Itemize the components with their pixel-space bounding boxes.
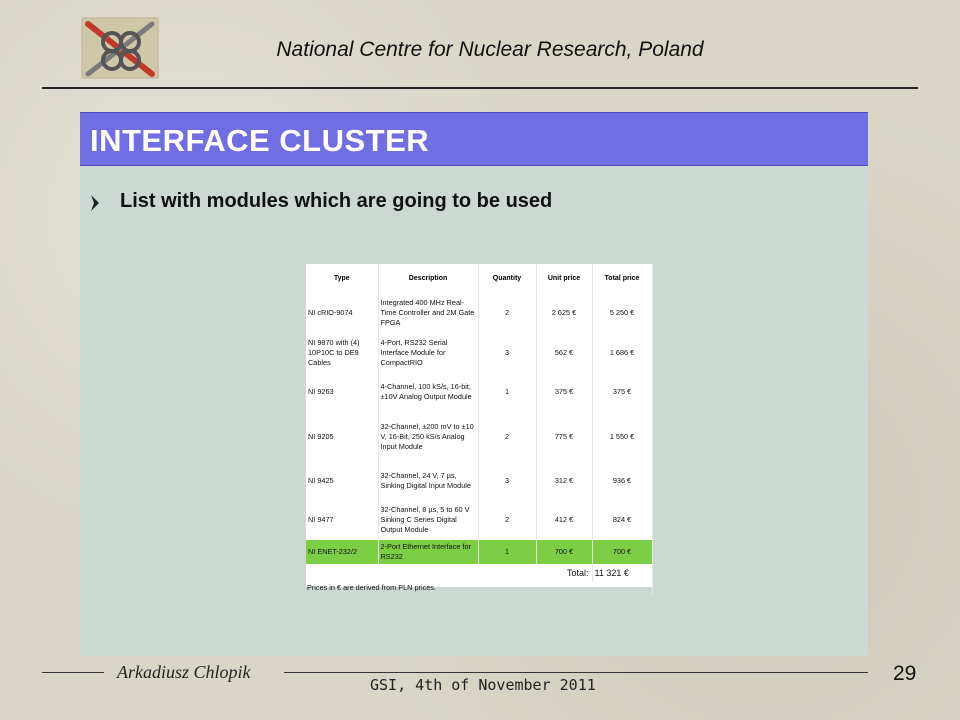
cell-total-price: 375 €: [592, 372, 653, 412]
table-note-row: Prices in € are derived from PLN prices.: [306, 582, 653, 594]
column-header: Type: [306, 264, 379, 292]
modules-table: Type Description Quantity Unit price Tot…: [306, 264, 653, 594]
cell-quantity: 2: [478, 412, 537, 462]
table-header-row: Type Description Quantity Unit price Tot…: [306, 264, 653, 292]
total-label: Total:: [306, 564, 593, 582]
table-row: NI 9870 with (4) 10P10C to DE9 Cables 4-…: [306, 334, 653, 372]
cell-type: NI 9205: [306, 412, 379, 462]
cell-unit-price: 562 €: [536, 334, 593, 372]
cell-quantity: 2: [478, 500, 537, 540]
event-info: GSI, 4th of November 2011: [370, 676, 596, 694]
cell-unit-price: 412 €: [536, 500, 593, 540]
bullet-text: List with modules which are going to be …: [120, 190, 553, 212]
cell-quantity: 1: [478, 540, 537, 564]
cell-type: NI 9425: [306, 462, 379, 500]
cell-quantity: 3: [478, 462, 537, 500]
bullet-arrow-icon: [88, 193, 102, 213]
page-number: 29: [893, 662, 917, 685]
cell-description: 4-Port, RS232 Serial Interface Module fo…: [378, 334, 479, 372]
cell-type: NI 9263: [306, 372, 379, 412]
cell-description: 32-Channel, 8 µs, 5 to 60 V Sinking C Se…: [378, 500, 479, 540]
table-total-row: Total: 11 321 €: [306, 564, 653, 582]
table-row: NI 9263 4-Channel, 100 kS/s, 16-bit, ±10…: [306, 372, 653, 412]
cell-quantity: 2: [478, 292, 537, 334]
cell-unit-price: 312 €: [536, 462, 593, 500]
footer-divider-left: [42, 672, 104, 673]
table-row-highlighted: NI ENET-232/2 2-Port Ethernet Interface …: [306, 540, 653, 564]
cell-total-price: 5 250 €: [592, 292, 653, 334]
cell-total-price: 824 €: [592, 500, 653, 540]
institution-title: National Centre for Nuclear Research, Po…: [276, 38, 704, 61]
cell-unit-price: 375 €: [536, 372, 593, 412]
table-row: NI 9477 32-Channel, 8 µs, 5 to 60 V Sink…: [306, 500, 653, 540]
slide-title: INTERFACE CLUSTER: [90, 123, 430, 158]
footer-divider-right: [284, 672, 868, 673]
table-row: NI cRIO-9074 Integrated 400 MHz Real-Tim…: [306, 292, 653, 334]
cell-description: 32-Channel, ±200 mV to ±10 V, 16-Bit, 25…: [378, 412, 479, 462]
cell-total-price: 1 550 €: [592, 412, 653, 462]
column-header: Quantity: [478, 264, 537, 292]
table-row: NI 9205 32-Channel, ±200 mV to ±10 V, 16…: [306, 412, 653, 462]
cell-description: 4-Channel, 100 kS/s, 16-bit, ±10V Analog…: [378, 372, 479, 412]
table-row: NI 9425 32-Channel, 24 V, 7 µs, Sinking …: [306, 462, 653, 500]
cell-total-price: 936 €: [592, 462, 653, 500]
price-note: Prices in € are derived from PLN prices.: [306, 582, 653, 594]
slide-title-bar: INTERFACE CLUSTER: [80, 112, 868, 166]
author-name: Arkadiusz Chlopik: [117, 662, 251, 682]
cell-unit-price: 2 625 €: [536, 292, 593, 334]
column-header: Description: [378, 264, 479, 292]
cell-type: NI 9477: [306, 500, 379, 540]
cell-total-price: 1 686 €: [592, 334, 653, 372]
cell-unit-price: 775 €: [536, 412, 593, 462]
cell-type: NI ENET-232/2: [306, 540, 379, 564]
modules-table-container: Type Description Quantity Unit price Tot…: [306, 264, 653, 594]
cell-quantity: 3: [478, 334, 537, 372]
cell-type: NI cRIO-9074: [306, 292, 379, 334]
cell-unit-price: 700 €: [536, 540, 593, 564]
column-header: Total price: [592, 264, 653, 292]
cell-type: NI 9870 with (4) 10P10C to DE9 Cables: [306, 334, 379, 372]
cell-description: Integrated 400 MHz Real-Time Controller …: [378, 292, 479, 334]
ncbj-logo-icon: [80, 16, 160, 80]
cell-quantity: 1: [478, 372, 537, 412]
cell-description: 2-Port Ethernet Interface for RS232: [378, 540, 479, 564]
cell-description: 32-Channel, 24 V, 7 µs, Sinking Digital …: [378, 462, 479, 500]
cell-total-price: 700 €: [592, 540, 653, 564]
header-divider: [42, 87, 918, 89]
total-value: 11 321 €: [592, 564, 653, 582]
column-header: Unit price: [536, 264, 593, 292]
